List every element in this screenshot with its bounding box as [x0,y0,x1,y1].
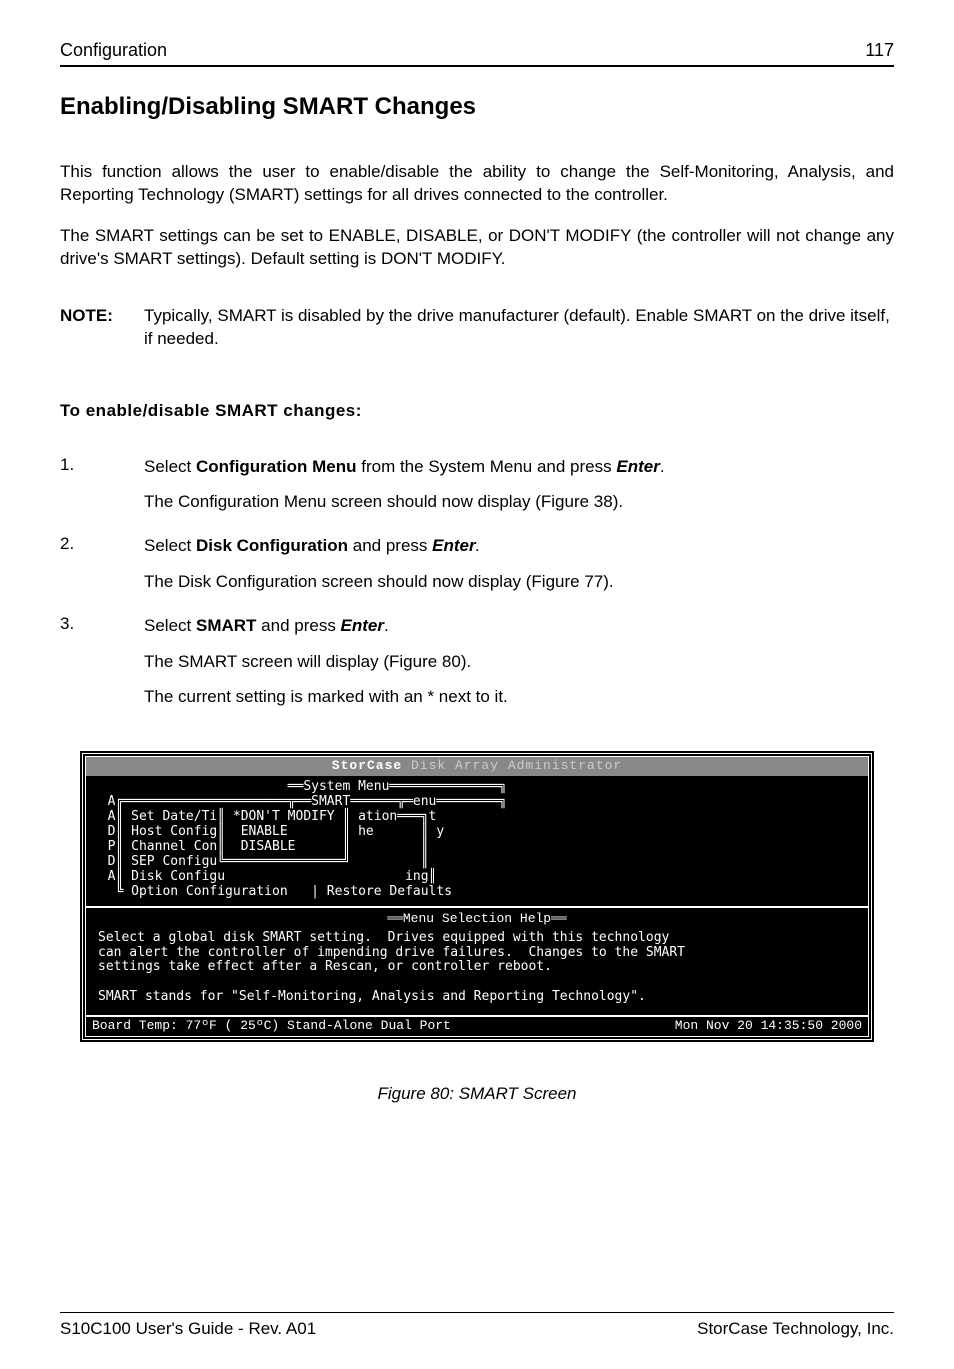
intro-para-1: This function allows the user to enable/… [60,161,894,207]
text: . [476,536,481,555]
step-number: 3. [60,614,144,721]
menu-name: Configuration Menu [196,457,357,476]
terminal-status-bar: Board Temp: 77ºF ( 25ºC) Stand-Alone Dua… [86,1015,868,1036]
text: Select [144,457,196,476]
text: from the System Menu and press [357,457,617,476]
note-body: Typically, SMART is disabled by the driv… [144,305,894,351]
procedure-steps: 1. Select Configuration Menu from the Sy… [60,455,894,730]
text: . [660,457,665,476]
terminal-screenshot: StorCase Disk Array Administrator ══Syst… [60,753,894,1040]
note-label: NOTE: [60,305,144,351]
terminal-brand: StorCase [332,758,402,773]
figure-caption: Figure 80: SMART Screen [60,1084,894,1104]
text: and press [256,616,340,635]
terminal-body: ══System Menu══════════════╗ A╔═════════… [86,776,868,906]
terminal-status-left: Board Temp: 77ºF ( 25ºC) Stand-Alone Dua… [92,1019,451,1034]
page-footer: S10C100 User's Guide - Rev. A01 StorCase… [60,1319,894,1339]
step-line: Select Disk Configuration and press Ente… [144,534,894,558]
step-number: 2. [60,534,144,606]
step-3: 3. Select SMART and press Enter. The SMA… [60,614,894,721]
footer-right: StorCase Technology, Inc. [697,1319,894,1339]
terminal-subtitle: Disk Array Administrator [411,758,622,773]
key-enter: Enter [616,457,659,476]
header-left: Configuration [60,40,167,61]
menu-name: Disk Configuration [196,536,348,555]
text: Select [144,616,196,635]
note-block: NOTE: Typically, SMART is disabled by th… [60,305,894,351]
step-line: The current setting is marked with an * … [144,685,894,709]
footer-left: S10C100 User's Guide - Rev. A01 [60,1319,316,1339]
procedure-heading: To enable/disable SMART changes: [60,401,894,421]
header-page-number: 117 [865,40,894,61]
terminal-titlebar: StorCase Disk Array Administrator [86,757,868,776]
intro-para-2: The SMART settings can be set to ENABLE,… [60,225,894,271]
step-line: Select Configuration Menu from the Syste… [144,455,894,479]
step-line: Select SMART and press Enter. [144,614,894,638]
menu-name: SMART [196,616,256,635]
step-1: 1. Select Configuration Menu from the Sy… [60,455,894,527]
step-2: 2. Select Disk Configuration and press E… [60,534,894,606]
step-number: 1. [60,455,144,527]
terminal-help-body: Select a global disk SMART setting. Driv… [92,927,862,1012]
step-line: The Configuration Menu screen should now… [144,490,894,514]
page-header: Configuration 117 [60,40,894,61]
terminal-help-title: ══Menu Selection Help══ [92,912,862,927]
key-enter: Enter [432,536,475,555]
terminal-status-right: Mon Nov 20 14:35:50 2000 [675,1019,862,1034]
text: . [384,616,389,635]
terminal-help: ══Menu Selection Help══ Select a global … [86,906,868,1016]
step-line: The SMART screen will display (Figure 80… [144,650,894,674]
page-title: Enabling/Disabling SMART Changes [60,93,894,121]
key-enter: Enter [341,616,384,635]
step-line: The Disk Configuration screen should now… [144,570,894,594]
header-rule [60,65,894,67]
text: and press [348,536,432,555]
text: Select [144,536,196,555]
footer-rule [60,1312,894,1313]
